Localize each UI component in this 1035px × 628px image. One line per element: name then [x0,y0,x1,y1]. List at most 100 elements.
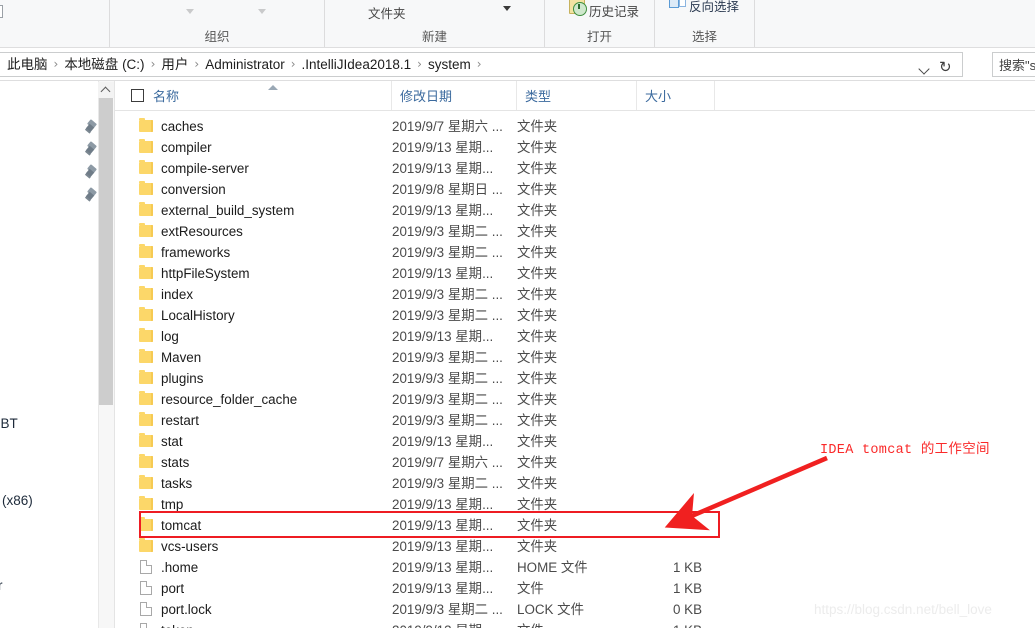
address-history-chevron-down-icon[interactable] [918,62,932,76]
table-row[interactable]: token 2019/9/13 星期... 文件 1 KB [115,620,1035,628]
table-row-tomcat[interactable]: tomcat 2019/9/13 星期... 文件夹 [115,515,1035,536]
move-to-chevron-down-icon[interactable] [186,9,194,14]
column-header-name[interactable]: 名称 [145,81,392,110]
breadcrumb-separator-3[interactable]: › [289,56,298,73]
table-row[interactable]: LocalHistory 2019/9/3 星期二 ... 文件夹 [115,305,1035,326]
file-name: stats [161,455,190,470]
table-row[interactable]: plugins 2019/9/3 星期二 ... 文件夹 [115,368,1035,389]
file-date: 2019/9/3 星期二 ... [392,224,503,239]
folder-icon [139,139,153,153]
folder-icon [139,307,153,321]
breadcrumb-item-1[interactable]: 本地磁盘 (C:) [60,55,148,74]
scrollbar-thumb[interactable] [99,98,113,405]
new-folder-label[interactable]: 文件夹 [368,3,406,22]
folder-icon [139,412,153,426]
new-item-chevron-down-icon[interactable] [503,6,511,11]
pin-icon[interactable] [84,164,98,180]
folder-icon [139,265,153,279]
table-row[interactable]: caches 2019/9/7 星期六 ... 文件夹 [115,116,1035,137]
file-date: 2019/9/8 星期日 ... [392,182,503,197]
column-header-date-modified[interactable]: 修改日期 [392,81,517,110]
file-date: 2019/9/3 星期二 ... [392,245,503,260]
folder-icon [139,181,153,195]
file-icon [140,581,152,595]
file-date: 2019/9/3 星期二 ... [392,308,503,323]
pin-icon[interactable] [84,187,98,203]
table-row[interactable]: resource_folder_cache 2019/9/3 星期二 ... 文件夹 [115,389,1035,410]
file-type: 文件 [517,620,544,628]
file-date: 2019/9/13 星期... [392,620,493,628]
table-row[interactable]: httpFileSystem 2019/9/13 星期... 文件夹 [115,263,1035,284]
file-date: 2019/9/13 星期... [392,203,494,218]
file-name: plugins [161,371,204,386]
scrollbar-up-button[interactable] [98,82,114,98]
history-icon[interactable] [569,0,587,16]
invert-selection-label[interactable]: 反向选择 [689,0,739,15]
table-row[interactable]: tasks 2019/9/3 星期二 ... 文件夹 [115,473,1035,494]
invert-selection-square-filled [669,0,679,8]
annotation-arrow-icon [664,455,828,531]
breadcrumb-item-5[interactable]: system [424,55,475,74]
breadcrumb-separator-5[interactable]: › [475,56,484,73]
breadcrumb-item-3[interactable]: Administrator [201,55,289,74]
annotation-text: IDEA tomcat 的工作空间 [820,443,990,458]
column-header-size[interactable]: 大小 [637,81,715,110]
file-date: 2019/9/3 星期二 ... [392,287,503,302]
sidebar-item-truncated-1[interactable]: (x86) [2,493,33,508]
file-name: tomcat [161,518,202,533]
file-type: 文件夹 [517,476,558,491]
file-date: 2019/9/3 星期二 ... [392,413,503,428]
ribbon-group-organize: 组织 [110,0,325,47]
file-name: compile-server [161,161,249,176]
table-row[interactable]: index 2019/9/3 星期二 ... 文件夹 [115,284,1035,305]
folder-icon [139,286,153,300]
table-row[interactable]: tmp 2019/9/13 星期... 文件夹 [115,494,1035,515]
folder-icon [139,328,153,342]
table-row[interactable]: frameworks 2019/9/3 星期二 ... 文件夹 [115,242,1035,263]
sidebar-item-truncated-0[interactable]: -BT [0,416,18,431]
file-type: 文件夹 [517,182,558,197]
column-header-type[interactable]: 类型 [517,81,637,110]
file-type: 文件夹 [517,350,558,365]
table-row[interactable]: log 2019/9/13 星期... 文件夹 [115,326,1035,347]
refresh-icon[interactable]: ↻ [939,60,954,75]
file-name: token [161,620,194,628]
ribbon-group-new: 文件夹 新建 [325,0,545,47]
invert-selection-icon[interactable] [669,0,686,9]
file-name: resource_folder_cache [161,392,298,407]
folder-icon [139,349,153,363]
history-label[interactable]: 历史记录 [589,1,639,20]
file-explorer-window: 组织 文件夹 新建 历史记录 打开 反向选择 选择 此电脑 › 本地磁盘 (C:… [0,0,1035,628]
file-date: 2019/9/13 星期... [392,140,494,155]
search-input[interactable]: 搜索"s [992,52,1035,77]
breadcrumb-separator-1[interactable]: › [149,56,158,73]
table-row[interactable]: extResources 2019/9/3 星期二 ... 文件夹 [115,221,1035,242]
table-row[interactable]: vcs-users 2019/9/13 星期... 文件夹 [115,536,1035,557]
breadcrumb-separator-2[interactable]: › [192,56,201,73]
file-name: httpFileSystem [161,266,250,281]
breadcrumb-separator-0[interactable]: › [52,56,61,73]
table-row[interactable]: compiler 2019/9/13 星期... 文件夹 [115,137,1035,158]
pin-icon[interactable] [84,141,98,157]
table-row[interactable]: restart 2019/9/3 星期二 ... 文件夹 [115,410,1035,431]
breadcrumb-item-2[interactable]: 用户 [157,55,192,74]
table-row[interactable]: .home 2019/9/13 星期... HOME 文件 1 KB [115,557,1035,578]
sidebar-item-truncated-2[interactable]: r [0,578,3,593]
file-size: 1 KB [672,581,702,596]
file-date: 2019/9/13 星期... [392,560,494,575]
folder-icon [139,454,153,468]
table-row[interactable]: compile-server 2019/9/13 星期... 文件夹 [115,158,1035,179]
breadcrumb[interactable]: 此电脑 › 本地磁盘 (C:) › 用户 › Administrator › .… [0,52,963,77]
file-name: .home [161,560,199,575]
breadcrumb-separator-4[interactable]: › [415,56,424,73]
table-row[interactable]: Maven 2019/9/3 星期二 ... 文件夹 [115,347,1035,368]
pin-icon[interactable] [84,119,98,135]
table-row[interactable]: external_build_system 2019/9/13 星期... 文件夹 [115,200,1035,221]
copy-to-chevron-down-icon[interactable] [258,9,266,14]
breadcrumb-item-0[interactable]: 此电脑 [3,55,52,74]
file-name: index [161,287,194,302]
table-row[interactable]: port 2019/9/13 星期... 文件 1 KB [115,578,1035,599]
table-row[interactable]: conversion 2019/9/8 星期日 ... 文件夹 [115,179,1035,200]
breadcrumb-item-4[interactable]: .IntelliJIdea2018.1 [298,55,416,74]
select-all-checkbox[interactable] [131,89,144,102]
